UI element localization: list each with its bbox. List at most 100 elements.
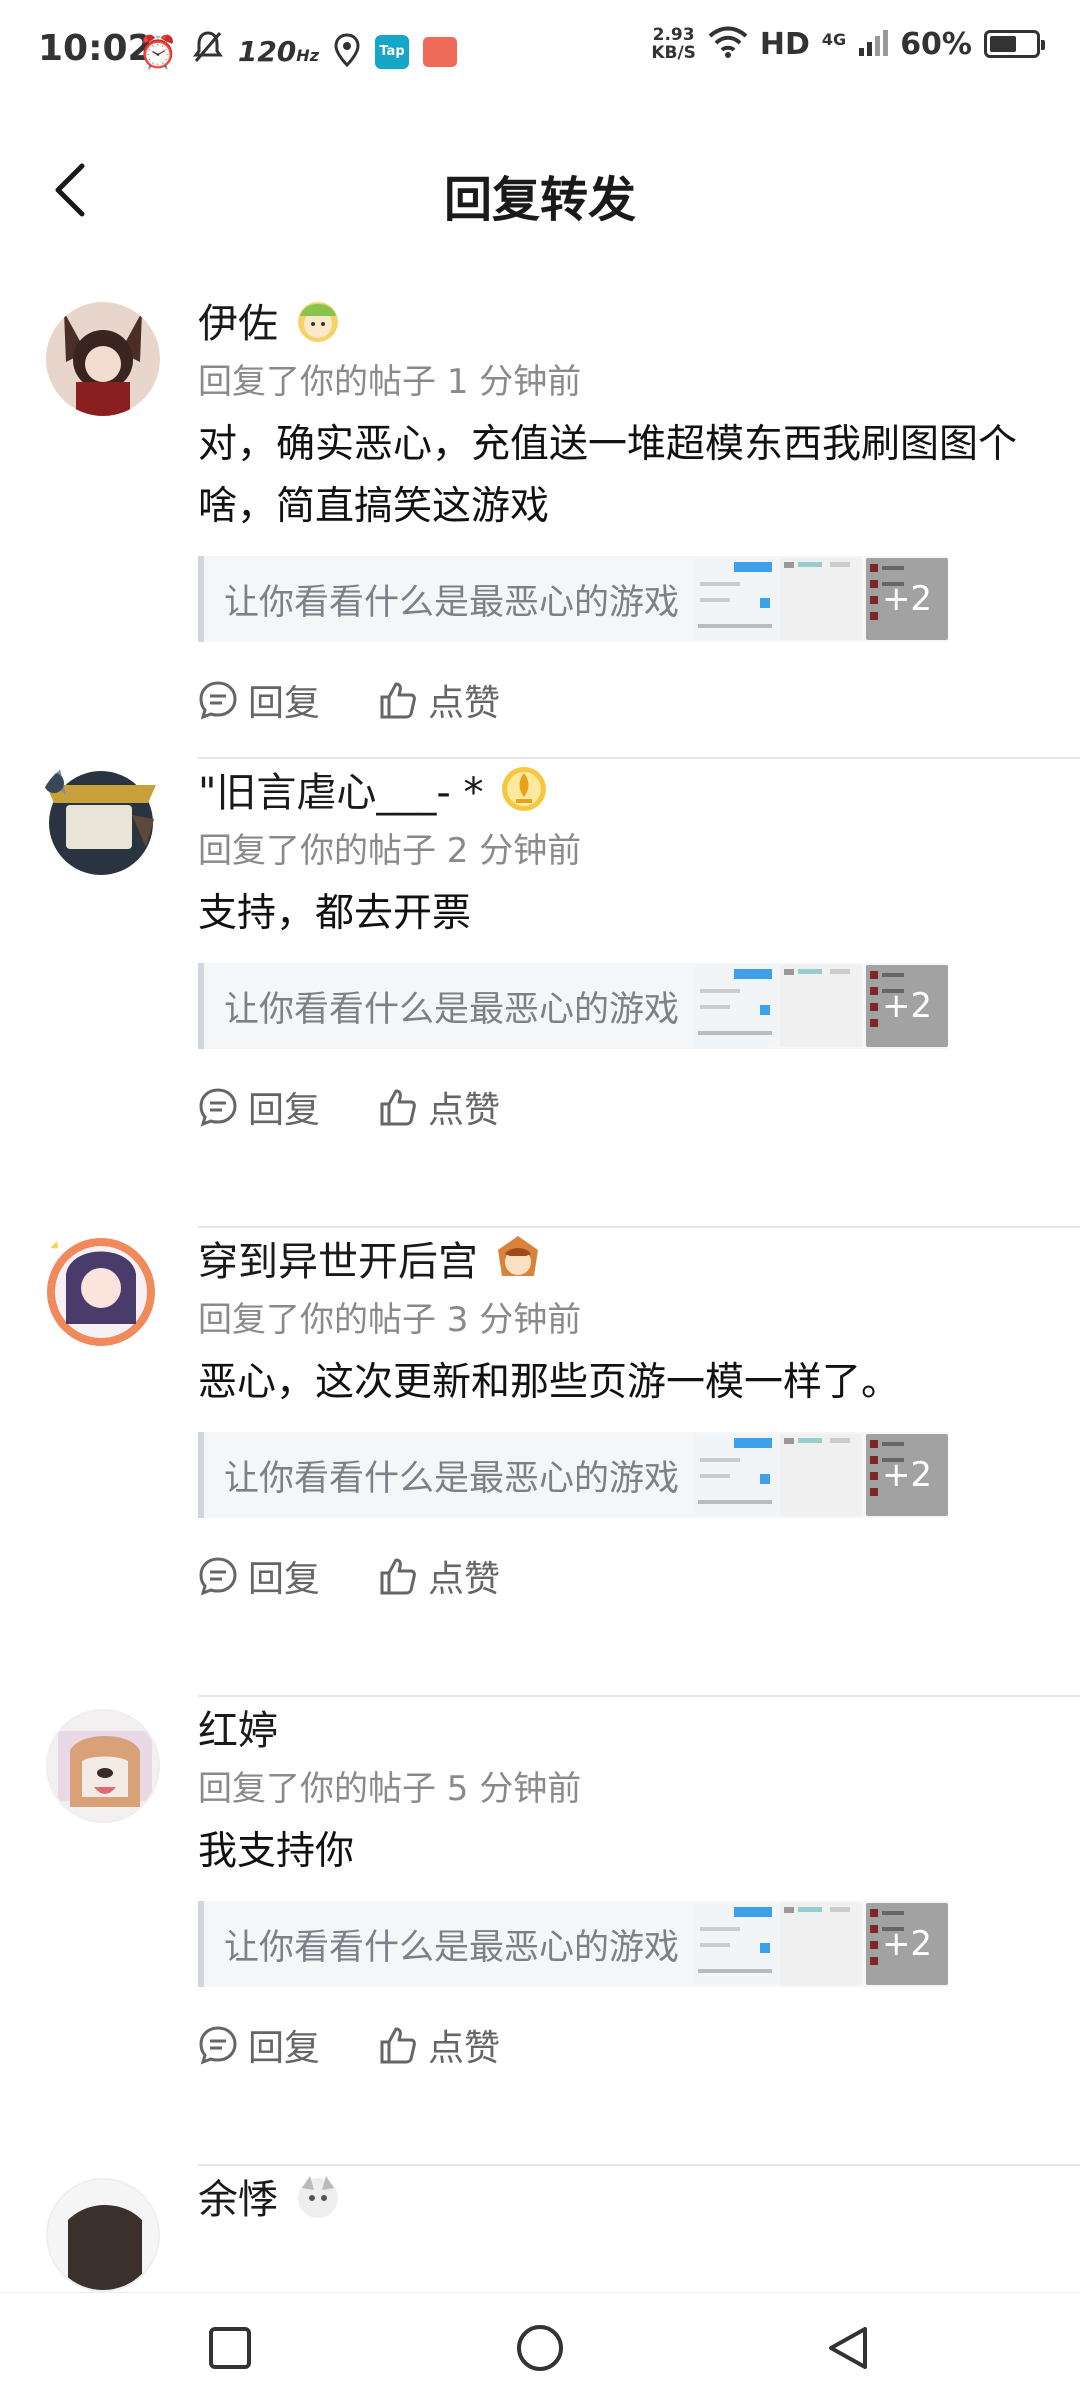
reply-text: 支持，都去开票	[198, 891, 472, 936]
thumbs-up-icon	[380, 1558, 416, 1595]
user-name[interactable]: 穿到异世开后宫	[198, 1229, 478, 1287]
quoted-post[interactable]: 让你看看什么是最恶心的游戏 +2	[198, 556, 948, 642]
reply-meta: 回复了你的帖子 3 分钟前	[198, 1300, 582, 1340]
like-button[interactable]: 点赞	[378, 1081, 500, 1133]
post-thumbnail	[694, 1903, 776, 1985]
user-badge-icon	[492, 1232, 544, 1284]
page-title: 回复转发	[443, 172, 636, 228]
avatar[interactable]	[36, 1224, 166, 1354]
like-button[interactable]: 点赞	[378, 1550, 500, 1602]
status-icons-right: 2.93 KB/S HD 4G 60%	[651, 25, 1045, 63]
comment-icon	[199, 1557, 237, 1596]
list-item: 红婷 回复了你的帖子 5 分钟前 我支持你 让你看看什么是最恶心的游戏 +2 回…	[0, 1697, 1080, 2166]
alarm-icon: ⏰	[138, 32, 178, 71]
location-icon	[333, 32, 361, 71]
avatar[interactable]	[46, 2178, 160, 2292]
post-thumbnail	[694, 965, 776, 1047]
reply-label: 回复	[248, 683, 321, 724]
like-button[interactable]: 点赞	[378, 674, 500, 726]
reply-meta: 回复了你的帖子 1 分钟前	[198, 362, 582, 402]
comment-icon	[199, 681, 237, 720]
post-thumbnail	[780, 1434, 862, 1516]
reply-list: 伊佐 回复了你的帖子 1 分钟前 对，确实恶心，充值送一堆超模东西我刷图图个啥，…	[0, 290, 1080, 2292]
list-item: 穿到异世开后宫 回复了你的帖子 3 分钟前 恶心，这次更新和那些页游一模一样了。…	[0, 1228, 1080, 1697]
reply-label: 回复	[248, 1559, 321, 1600]
reply-text: 恶心，这次更新和那些页游一模一样了。	[198, 1360, 901, 1405]
like-button[interactable]: 点赞	[378, 2019, 500, 2071]
home-circle-icon	[517, 2325, 563, 2371]
reply-button[interactable]: 回复	[198, 674, 320, 726]
post-thumbnail: +2	[866, 558, 948, 640]
list-item: 余悸	[0, 2166, 1080, 2296]
more-images-count: +2	[866, 1434, 948, 1516]
status-icons-left: ⏰ 120Hz Tap	[138, 30, 457, 73]
quoted-post-title: 让你看看什么是最恶心的游戏	[224, 1927, 680, 1968]
user-name[interactable]: "旧言虐心___- *	[198, 760, 484, 818]
quoted-post-title: 让你看看什么是最恶心的游戏	[224, 989, 680, 1030]
user-badge-icon	[498, 763, 550, 815]
system-navigation-bar	[0, 2292, 1080, 2400]
post-thumbnail: +2	[866, 1903, 948, 1985]
quoted-post-title: 让你看看什么是最恶心的游戏	[224, 582, 680, 623]
signal-icon	[858, 28, 889, 60]
reply-button[interactable]: 回复	[198, 2019, 320, 2071]
post-thumbnail	[780, 558, 862, 640]
reply-button[interactable]: 回复	[198, 1081, 320, 1133]
status-time: 10:02	[38, 28, 153, 69]
list-item: 伊佐 回复了你的帖子 1 分钟前 对，确实恶心，充值送一堆超模东西我刷图图个啥，…	[0, 290, 1080, 759]
avatar[interactable]	[46, 1709, 160, 1823]
quoted-post[interactable]: 让你看看什么是最恶心的游戏 +2	[198, 1432, 948, 1518]
system-back-button[interactable]	[808, 2313, 888, 2383]
recent-apps-button[interactable]	[190, 2313, 270, 2383]
comment-icon	[199, 2026, 237, 2065]
taptap-app-icon: Tap	[375, 34, 409, 69]
like-label: 点赞	[428, 1559, 501, 1600]
list-item: "旧言虐心___- * 回复了你的帖子 2 分钟前 支持，都去开票 让你看看什么…	[0, 759, 1080, 1228]
app-header: 回复转发	[0, 130, 1080, 250]
post-thumbnail: +2	[866, 1434, 948, 1516]
user-name[interactable]: 伊佐	[198, 291, 278, 349]
reply-label: 回复	[248, 1090, 321, 1131]
post-thumbnail	[780, 965, 862, 1047]
user-name[interactable]: 余悸	[198, 2167, 278, 2225]
like-label: 点赞	[428, 683, 501, 724]
post-thumbnail	[780, 1903, 862, 1985]
refresh-rate: 120Hz	[237, 35, 319, 68]
home-button[interactable]	[500, 2313, 580, 2383]
like-label: 点赞	[428, 1090, 501, 1131]
reply-label: 回复	[248, 2028, 321, 2069]
reply-text: 我支持你	[198, 1829, 355, 1874]
battery-icon	[984, 30, 1045, 58]
avatar[interactable]	[36, 755, 166, 885]
reply-text: 对，确实恶心，充值送一堆超模东西我刷图图个啥，简直搞笑这游戏	[198, 422, 1018, 529]
comment-icon	[199, 1088, 237, 1127]
notification-app-icon	[423, 36, 457, 67]
hd-indicator: HD	[759, 26, 810, 62]
quoted-post[interactable]: 让你看看什么是最恶心的游戏 +2	[198, 1901, 948, 1987]
network-speed: 2.93 KB/S	[651, 25, 696, 63]
user-name[interactable]: 红婷	[198, 1698, 278, 1756]
post-thumbnail	[694, 558, 776, 640]
reply-button[interactable]: 回复	[198, 1550, 320, 1602]
thumbs-up-icon	[380, 1089, 416, 1126]
quoted-post[interactable]: 让你看看什么是最恶心的游戏 +2	[198, 963, 948, 1049]
avatar[interactable]	[46, 302, 160, 416]
more-images-count: +2	[866, 965, 948, 1047]
thumbs-up-icon	[380, 2027, 416, 2064]
bell-muted-icon	[192, 30, 224, 73]
post-thumbnail: +2	[866, 965, 948, 1047]
more-images-count: +2	[866, 558, 948, 640]
thumbs-up-icon	[380, 682, 416, 719]
reply-meta: 回复了你的帖子 2 分钟前	[198, 831, 582, 871]
battery-level	[990, 36, 1017, 52]
user-badge-icon	[292, 2170, 344, 2222]
home-square-icon	[209, 2327, 251, 2369]
user-badge-icon	[292, 294, 344, 346]
like-label: 点赞	[428, 2028, 501, 2069]
wifi-icon	[708, 26, 748, 62]
network-type: 4G	[821, 30, 847, 49]
back-triangle-icon	[829, 2327, 867, 2369]
status-bar: 10:02 ⏰ 120Hz Tap 2.93 KB/S HD 4G 60%	[0, 0, 1080, 105]
quoted-post-title: 让你看看什么是最恶心的游戏	[224, 1458, 680, 1499]
more-images-count: +2	[866, 1903, 948, 1985]
